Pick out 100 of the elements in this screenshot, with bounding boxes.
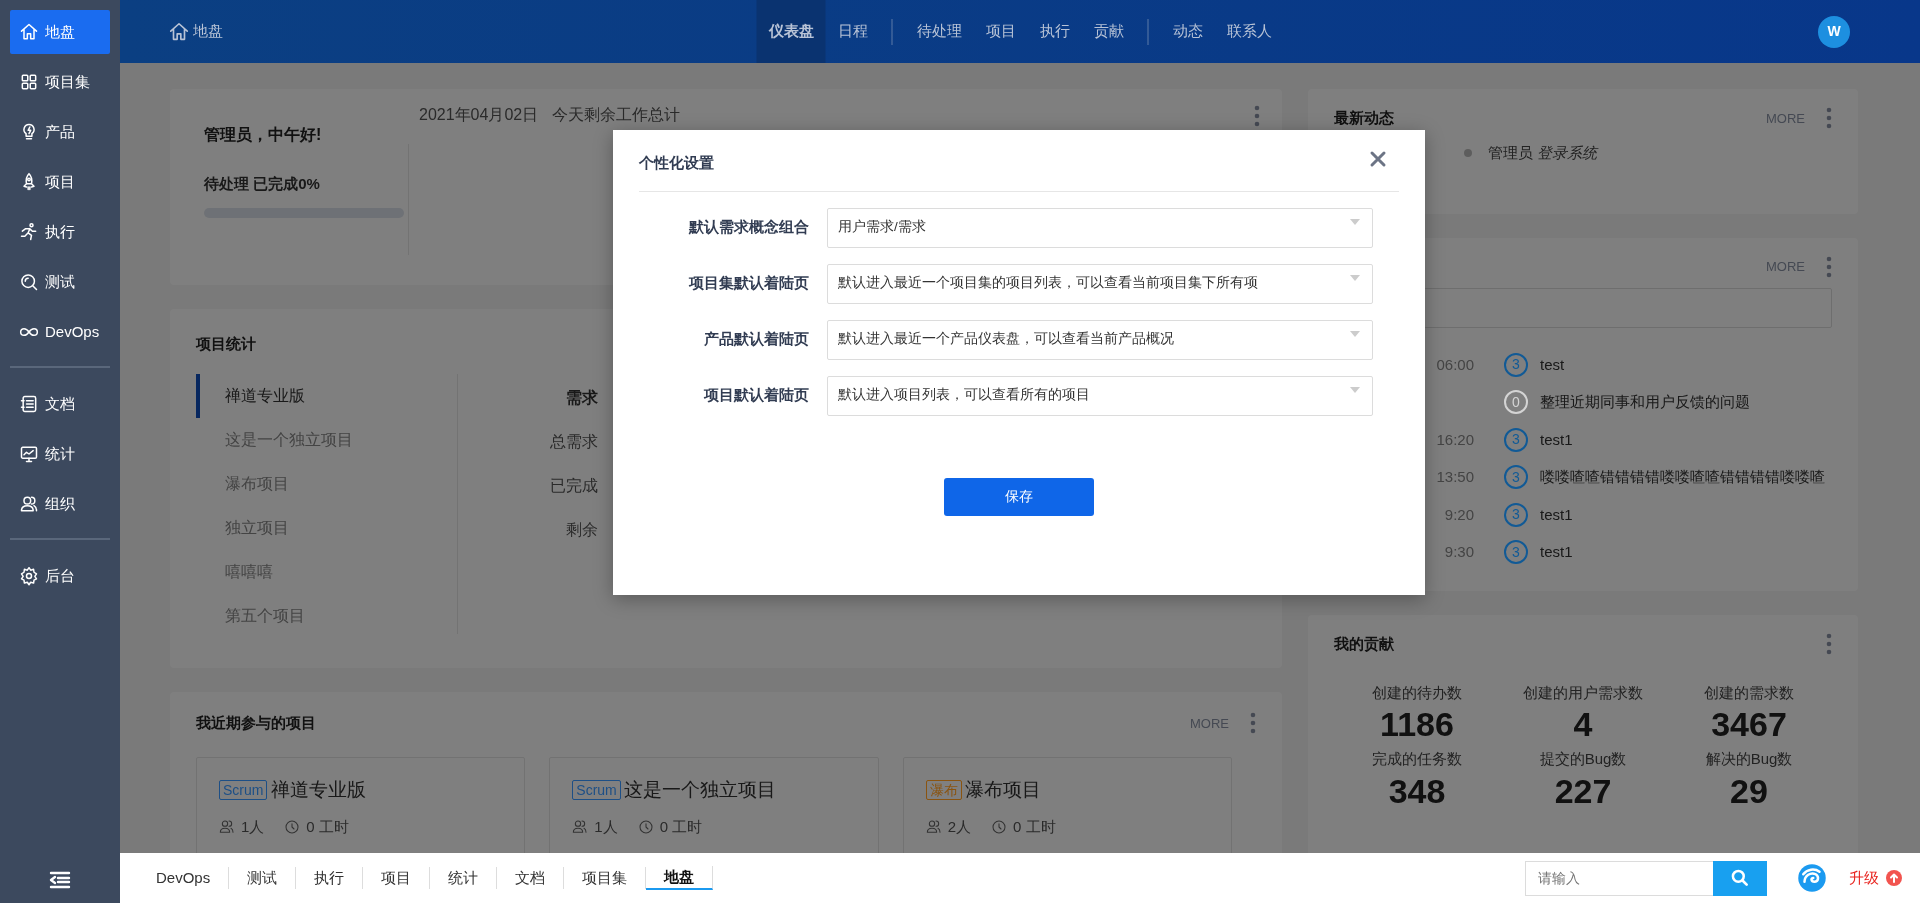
project-list-item[interactable]: 禅道专业版 (196, 373, 457, 418)
priority-badge: 3 (1504, 540, 1528, 565)
nav-tab[interactable]: 执行 (1027, 0, 1082, 63)
todo-time: 9:30 (1444, 543, 1474, 560)
project-type-tag: 瀑布 (925, 779, 962, 800)
upgrade-link[interactable]: 升级 (1849, 866, 1902, 890)
field-label: 默认需求概念组合 (687, 217, 809, 237)
nav-tab[interactable]: 贡献 (1081, 0, 1136, 63)
search-field[interactable]: 请输入 (1525, 860, 1713, 896)
todo-title[interactable]: 喽喽喳喳错错错错喽喽喳喳错错错错喽喽喳 (1540, 466, 1825, 489)
breadcrumb-tab[interactable]: 执行 (296, 867, 364, 889)
metric-label: 剩余 (565, 519, 598, 540)
todo-time: 06:00 (1436, 355, 1474, 373)
house-icon (168, 20, 190, 43)
clock-icon (284, 819, 301, 836)
select-field[interactable]: 默认进入最近一个项目集的项目列表，可以查看当前项目集下所有项 (827, 263, 1373, 304)
breadcrumb-tab[interactable]: 文档 (497, 867, 565, 889)
sidebar-item[interactable]: 文档 (10, 382, 110, 426)
breadcrumb-tab[interactable]: 地盘 (646, 866, 714, 890)
more-options-icon[interactable] (1826, 256, 1832, 278)
sidebar-item[interactable]: 执行 (10, 210, 110, 254)
priority-badge: 0 (1504, 390, 1528, 415)
more-options-icon[interactable] (1250, 712, 1256, 735)
nav-tab[interactable]: 日程 (825, 0, 880, 63)
todo-time: 9:20 (1444, 505, 1474, 523)
project-name: 禅道专业版 (270, 777, 366, 802)
card-title: 最新动态 (1334, 108, 1394, 128)
todo-title[interactable]: test (1540, 353, 1565, 376)
todo-title[interactable]: test1 (1540, 503, 1573, 526)
todo-title[interactable]: test1 (1540, 428, 1573, 451)
sidebar-item[interactable]: 项目 (10, 160, 110, 204)
nav-tab[interactable]: 联系人 (1214, 0, 1284, 63)
stat-value: 227 (1553, 770, 1613, 811)
todo-title[interactable]: 整理近期同事和用户反馈的问题 (1540, 391, 1750, 414)
gear-icon (19, 566, 39, 586)
breadcrumb-tab[interactable]: 测试 (229, 867, 297, 889)
hours-text: 0 工时 (1013, 817, 1056, 837)
sidebar-item[interactable]: 后台 (10, 554, 110, 598)
stat-label: 解决的Bug数 (1704, 749, 1794, 769)
people-icon (219, 819, 235, 836)
grid-icon (19, 72, 39, 92)
save-button[interactable]: 保存 (944, 477, 1094, 516)
sidebar-item[interactable]: 测试 (10, 260, 110, 304)
select-field[interactable]: 默认进入最近一个产品仪表盘，可以查看当前产品概况 (827, 319, 1373, 360)
sidebar-item[interactable]: 地盘 (10, 10, 110, 54)
sidebar-item[interactable]: DevOps (10, 310, 110, 354)
metric-label: 已完成 (549, 475, 598, 496)
collapse-menu-icon[interactable] (49, 871, 71, 889)
member-count: 1人 (594, 817, 618, 837)
breadcrumb-tab[interactable]: DevOps (138, 867, 230, 889)
todo-title[interactable]: test1 (1540, 541, 1573, 564)
stat-label: 创建的用户需求数 (1522, 682, 1644, 703)
dialog-title: 个性化设置 (639, 153, 714, 173)
stat-value: 29 (1729, 770, 1769, 811)
stat-value: 348 (1387, 770, 1447, 811)
nav-tab[interactable]: 动态 (1160, 0, 1215, 63)
stat-label: 提交的Bug数 (1538, 749, 1628, 769)
document-icon (19, 394, 39, 414)
more-options-icon[interactable] (1826, 633, 1832, 656)
field-label: 产品默认着陆页 (703, 329, 809, 349)
metric-title: 需求 (565, 387, 598, 408)
hours-text: 0 工时 (306, 817, 349, 837)
select-field[interactable]: 用户需求/需求 (827, 207, 1373, 248)
sidebar-item[interactable]: 产品 (10, 110, 110, 154)
priority-badge: 3 (1504, 427, 1528, 452)
breadcrumb-tab[interactable]: 项目 (363, 867, 431, 889)
clock-icon (637, 819, 654, 836)
runner-icon (19, 222, 39, 242)
sidebar-item[interactable]: 组织 (10, 482, 110, 526)
nav-tab[interactable]: 仪表盘 (756, 0, 826, 63)
more-options-icon[interactable] (1826, 107, 1832, 130)
breadcrumb-tab[interactable]: 项目集 (564, 867, 647, 889)
search-icon (19, 272, 39, 292)
monitor-chart-icon (19, 444, 39, 464)
nav-tab[interactable]: 待处理 (904, 0, 974, 63)
house-icon (19, 22, 39, 42)
stat-value: 3467 (1710, 704, 1788, 744)
sidebar-item[interactable]: 项目集 (10, 60, 110, 104)
caret-icon (1350, 274, 1360, 281)
stat-value: 1186 (1379, 704, 1455, 744)
sidebar-item[interactable]: 统计 (10, 432, 110, 476)
stat-label: 完成的任务数 (1371, 749, 1463, 769)
card-title: 我近期参与的项目 (196, 713, 316, 733)
stat-label: 创建的需求数 (1703, 682, 1795, 703)
close-icon[interactable] (1369, 150, 1387, 168)
select-field[interactable]: 默认进入项目列表，可以查看所有的项目 (827, 375, 1373, 416)
stat-value: 4 (1572, 704, 1594, 744)
todo-time: 13:50 (1436, 468, 1474, 485)
nav-tab[interactable]: 项目 (973, 0, 1028, 63)
swirl-logo-icon[interactable] (1797, 863, 1827, 893)
project-type-tag: Scrum (219, 779, 268, 800)
search-button[interactable] (1713, 860, 1767, 896)
user-avatar[interactable]: W (1818, 15, 1850, 48)
clock-icon (991, 819, 1007, 836)
project-name: 瀑布项目 (965, 777, 1042, 802)
breadcrumb-tab[interactable]: 统计 (430, 867, 498, 889)
page-title: 地盘 (193, 21, 223, 42)
more-options-icon[interactable] (1254, 105, 1260, 127)
priority-badge: 3 (1504, 502, 1528, 527)
metric-label: 总需求 (549, 431, 598, 452)
